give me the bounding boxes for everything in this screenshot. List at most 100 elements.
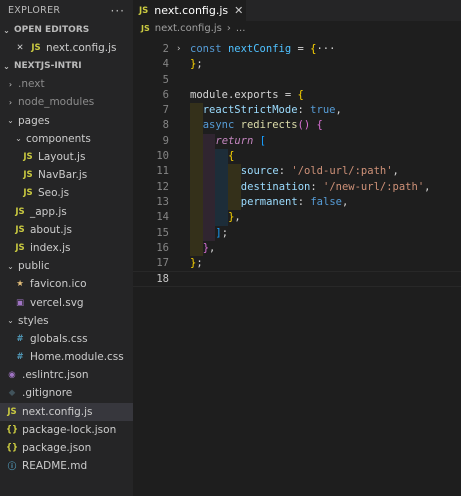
code-token: [ [259, 134, 266, 147]
indent-guide [190, 133, 203, 150]
line-number: 4 [162, 58, 169, 71]
tree-item[interactable]: JS Seo.js [0, 184, 133, 202]
line-number: 13 [156, 195, 169, 208]
code-text: reactStrictMode: true, [203, 103, 342, 118]
open-editors-section[interactable]: ⌄ OPEN EDITORS [0, 21, 133, 39]
code-token: destination [240, 180, 311, 193]
fold-chevron-icon[interactable]: › [176, 42, 181, 57]
tree-item[interactable]: JS index.js [0, 239, 133, 257]
code-token: permanent [240, 195, 298, 208]
js-file-icon: JS [15, 206, 25, 217]
tree-item-label: components [26, 132, 91, 145]
tree-item-label: vercel.svg [30, 296, 84, 309]
indent-guide [215, 210, 229, 226]
indent-guide [190, 118, 203, 134]
code-token: , [234, 211, 241, 224]
project-label: NEXTJS-INTRI [14, 61, 82, 72]
code-token: reactStrictMode [202, 104, 298, 117]
code-token: , [335, 104, 342, 117]
code-token: '/old-url/:path' [291, 165, 393, 178]
file-tree: › .next › node_modules ⌄ pages ⌄ components JS La… [0, 75, 133, 475]
code-line: 12 destination: '/new-url/:path', [133, 179, 461, 195]
breadcrumb-separator: › [226, 22, 231, 34]
code-token: const [190, 43, 228, 55]
code-line: 15]; [133, 225, 461, 241]
tree-item[interactable]: ◆ .gitignore [0, 384, 133, 402]
code-token: '/new-url/:path' [323, 180, 425, 193]
info-icon: ⓘ [7, 462, 17, 473]
indent-guide [202, 210, 216, 226]
tree-item[interactable]: ⌄ public [0, 257, 133, 275]
breadcrumb-file[interactable]: next.config.js [155, 23, 222, 34]
code-token: () [297, 119, 311, 132]
indent-guide [215, 179, 229, 195]
code-text: }, [203, 241, 216, 256]
line-number: 18 [156, 273, 169, 286]
code-line: 13 permanent: false, [133, 194, 461, 211]
tree-item-label: pages [18, 114, 50, 127]
chevron-down-icon: ⌄ [7, 116, 14, 126]
tree-item[interactable]: {} package-lock.json [0, 421, 133, 439]
open-editor-item[interactable]: ✕ JS next.config.js [0, 39, 133, 57]
more-actions-icon[interactable]: ··· [111, 4, 125, 18]
tree-item[interactable]: ▣ vercel.svg [0, 293, 133, 311]
eslint-icon: ◉ [8, 370, 16, 381]
breadcrumb-more[interactable]: ... [236, 23, 246, 34]
tree-item[interactable]: ⌄ pages [0, 112, 133, 130]
tree-item-label: README.md [22, 460, 88, 473]
tree-item[interactable]: JS about.js [0, 221, 133, 239]
tree-item[interactable]: › .next [0, 75, 133, 93]
tree-item[interactable]: ◉ .eslintrc.json [0, 366, 133, 384]
code-token: , [209, 241, 216, 254]
line-number: 17 [156, 257, 169, 270]
code-token: : [297, 195, 311, 208]
json-file-icon: {} [6, 443, 19, 454]
tree-item-label: package.json [22, 442, 92, 455]
tree-item[interactable]: › node_modules [0, 93, 133, 111]
close-icon[interactable]: ✕ [14, 43, 26, 53]
project-section[interactable]: ⌄ NEXTJS-INTRI [0, 57, 133, 75]
indent-guide [202, 133, 216, 150]
tree-item[interactable]: JS NavBar.js [0, 166, 133, 184]
tree-item[interactable]: {} package.json [0, 439, 133, 457]
code-editor[interactable]: 2 › const nextConfig = {··· 4}; 5 6 module.exp… [133, 42, 461, 287]
open-editors-label: OPEN EDITORS [14, 25, 90, 35]
code-line: 4}; [133, 57, 461, 72]
tree-item-label: favicon.ico [30, 278, 87, 291]
code-token: , [424, 180, 431, 193]
code-token: , [341, 195, 349, 208]
code-line: 10 { [133, 149, 461, 165]
code-line: 16}, [133, 240, 461, 257]
js-file-icon: JS [15, 224, 25, 235]
tree-item[interactable]: JS next.config.js [0, 402, 133, 421]
tree-item[interactable]: ⓘ README.md [0, 457, 133, 475]
code-token: ; [196, 58, 203, 71]
indent-guide [190, 225, 203, 241]
code-line: 2 › const nextConfig = {··· [133, 42, 461, 57]
js-file-icon: JS [23, 188, 33, 199]
code-token: { [297, 88, 304, 101]
tab-next-config[interactable]: JS next.config.js ✕ [133, 0, 246, 21]
tree-item-label: Seo.js [38, 187, 70, 200]
code-token: module [190, 88, 228, 101]
tree-item-label: styles [18, 314, 49, 327]
tree-item[interactable]: ★ favicon.ico [0, 275, 133, 293]
tree-item[interactable]: ⌄ styles [0, 312, 133, 330]
tree-item[interactable]: JS _app.js [0, 203, 133, 221]
tree-item[interactable]: # globals.css [0, 330, 133, 348]
tree-item-label: .gitignore [22, 387, 73, 400]
close-tab-icon[interactable]: ✕ [234, 4, 243, 17]
tree-item[interactable]: JS Layout.js [0, 148, 133, 166]
code-text: }; [190, 256, 203, 271]
indent-guide [202, 149, 216, 165]
tree-item[interactable]: # Home.module.css [0, 348, 133, 366]
code-token: { [228, 150, 235, 163]
indent-guide [190, 210, 203, 226]
code-line: 11 source: '/old-url/:path', [133, 164, 461, 180]
code-token: : [310, 180, 323, 193]
breadcrumb: JS next.config.js › ... [133, 21, 461, 35]
tree-item[interactable]: ⌄ components [0, 130, 133, 148]
line-number: 15 [156, 226, 169, 239]
code-line: 6 module.exports = { [133, 88, 461, 103]
code-text: ]; [215, 226, 228, 241]
